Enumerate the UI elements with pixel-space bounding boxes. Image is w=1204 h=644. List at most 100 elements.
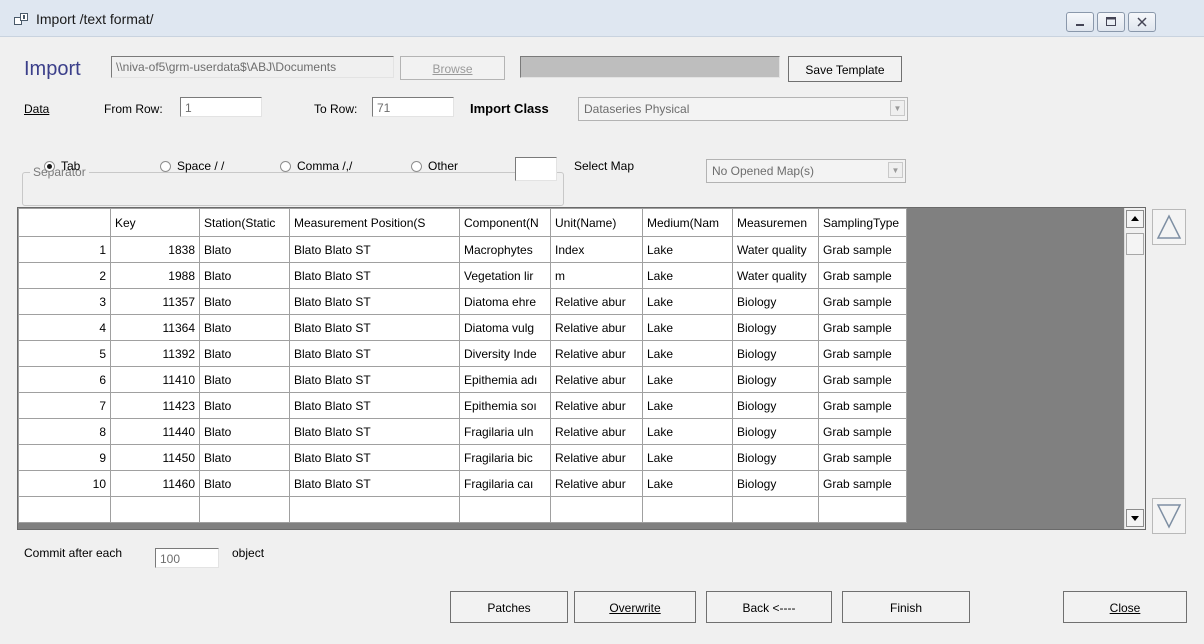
row-number-cell[interactable]: 2 bbox=[18, 262, 111, 289]
table-cell[interactable]: Blato Blato ST bbox=[289, 444, 460, 471]
vertical-scrollbar[interactable] bbox=[1124, 208, 1145, 529]
table-cell[interactable]: 11450 bbox=[110, 444, 200, 471]
table-cell[interactable]: Grab sample bbox=[818, 262, 907, 289]
table-cell[interactable]: Blato bbox=[199, 288, 290, 315]
table-cell[interactable]: Relative abur bbox=[550, 418, 643, 445]
data-grid[interactable]: Key Station(Static Measurement Position(S C… bbox=[17, 207, 1146, 530]
table-row[interactable]: 3 11357 Blato Blato Blato ST Diatoma ehre Rel… bbox=[18, 288, 907, 315]
table-cell[interactable]: Blato Blato ST bbox=[289, 236, 460, 263]
table-cell[interactable]: Blato bbox=[199, 366, 290, 393]
table-cell[interactable]: Diatoma ehre bbox=[459, 288, 551, 315]
table-cell[interactable] bbox=[289, 496, 460, 523]
table-cell[interactable]: Relative abur bbox=[550, 366, 643, 393]
row-number-cell[interactable]: 4 bbox=[18, 314, 111, 341]
table-cell[interactable]: Macrophytes bbox=[459, 236, 551, 263]
browse-button[interactable]: Browse bbox=[400, 56, 505, 80]
table-cell[interactable]: Lake bbox=[642, 262, 733, 289]
table-cell[interactable]: Biology bbox=[732, 392, 819, 419]
table-cell[interactable] bbox=[732, 496, 819, 523]
table-cell[interactable]: Epithemia soı bbox=[459, 392, 551, 419]
data-link[interactable]: Data bbox=[24, 102, 49, 116]
table-cell[interactable]: Fragilaria bic bbox=[459, 444, 551, 471]
table-cell[interactable]: Biology bbox=[732, 444, 819, 471]
table-cell[interactable]: Grab sample bbox=[818, 418, 907, 445]
maximize-button[interactable] bbox=[1097, 12, 1125, 32]
table-cell[interactable]: Blato Blato ST bbox=[289, 340, 460, 367]
table-row[interactable]: 1 1838 Blato Blato Blato ST Macrophytes Index… bbox=[18, 236, 907, 263]
table-cell[interactable]: 11410 bbox=[110, 366, 200, 393]
table-cell[interactable]: Blato Blato ST bbox=[289, 418, 460, 445]
table-row[interactable]: 10 11460 Blato Blato Blato ST Fragilaria caı… bbox=[18, 470, 907, 497]
table-cell[interactable]: Water quality bbox=[732, 236, 819, 263]
table-cell[interactable]: Grab sample bbox=[818, 392, 907, 419]
table-row[interactable]: 4 11364 Blato Blato Blato ST Diatoma vulg Rel… bbox=[18, 314, 907, 341]
scroll-up-button[interactable] bbox=[1126, 210, 1144, 228]
table-cell[interactable]: Blato Blato ST bbox=[289, 262, 460, 289]
select-map-select[interactable]: No Opened Map(s) ▼ bbox=[706, 159, 906, 183]
table-cell[interactable]: Epithemia adı bbox=[459, 366, 551, 393]
back-button[interactable]: Back <---- bbox=[706, 591, 832, 623]
row-number-cell[interactable]: 3 bbox=[18, 288, 111, 315]
scroll-thumb[interactable] bbox=[1126, 233, 1144, 255]
table-cell[interactable]: Relative abur bbox=[550, 470, 643, 497]
table-cell[interactable]: Relative abur bbox=[550, 392, 643, 419]
table-cell[interactable] bbox=[642, 496, 733, 523]
table-cell[interactable]: Biology bbox=[732, 418, 819, 445]
commit-count-input[interactable]: 100 bbox=[155, 548, 219, 568]
table-cell[interactable]: Blato bbox=[199, 392, 290, 419]
table-cell[interactable]: Grab sample bbox=[818, 314, 907, 341]
scroll-down-button[interactable] bbox=[1126, 509, 1144, 527]
table-cell[interactable]: 11364 bbox=[110, 314, 200, 341]
table-cell[interactable]: 11392 bbox=[110, 340, 200, 367]
table-row[interactable]: 9 11450 Blato Blato Blato ST Fragilaria bic R… bbox=[18, 444, 907, 471]
row-number-cell[interactable]: 7 bbox=[18, 392, 111, 419]
column-header[interactable]: Component(N bbox=[459, 208, 551, 237]
page-up-button[interactable] bbox=[1152, 209, 1186, 245]
minimize-button[interactable] bbox=[1066, 12, 1094, 32]
table-cell[interactable]: Grab sample bbox=[818, 236, 907, 263]
row-number-cell[interactable]: 5 bbox=[18, 340, 111, 367]
table-cell[interactable]: Water quality bbox=[732, 262, 819, 289]
table-cell[interactable] bbox=[199, 496, 290, 523]
row-number-cell[interactable]: 1 bbox=[18, 236, 111, 263]
table-cell[interactable]: Biology bbox=[732, 314, 819, 341]
close-window-button[interactable] bbox=[1128, 12, 1156, 32]
table-cell[interactable]: Lake bbox=[642, 470, 733, 497]
save-template-button[interactable]: Save Template bbox=[788, 56, 902, 82]
column-header[interactable]: SamplingType bbox=[818, 208, 907, 237]
table-cell[interactable]: Index bbox=[550, 236, 643, 263]
table-cell[interactable]: m bbox=[550, 262, 643, 289]
table-cell[interactable]: Lake bbox=[642, 288, 733, 315]
column-header[interactable]: Measuremen bbox=[732, 208, 819, 237]
page-down-button[interactable] bbox=[1152, 498, 1186, 534]
table-cell[interactable]: Blato Blato ST bbox=[289, 392, 460, 419]
table-row[interactable]: 2 1988 Blato Blato Blato ST Vegetation lir m L… bbox=[18, 262, 907, 289]
column-header[interactable]: Key bbox=[110, 208, 200, 237]
table-cell[interactable]: Biology bbox=[732, 340, 819, 367]
table-row[interactable]: 6 11410 Blato Blato Blato ST Epithemia adı Re… bbox=[18, 366, 907, 393]
column-header[interactable]: Station(Static bbox=[199, 208, 290, 237]
table-cell[interactable]: Blato Blato ST bbox=[289, 288, 460, 315]
table-cell[interactable] bbox=[459, 496, 551, 523]
table-cell[interactable]: Diatoma vulg bbox=[459, 314, 551, 341]
table-row[interactable]: 5 11392 Blato Blato Blato ST Diversity Inde R… bbox=[18, 340, 907, 367]
table-cell[interactable]: Grab sample bbox=[818, 366, 907, 393]
table-cell[interactable]: 11357 bbox=[110, 288, 200, 315]
separator-other-radio[interactable]: Other bbox=[411, 159, 458, 173]
table-cell[interactable]: Lake bbox=[642, 340, 733, 367]
table-cell[interactable]: Blato bbox=[199, 340, 290, 367]
table-cell[interactable]: Lake bbox=[642, 444, 733, 471]
table-cell[interactable]: Biology bbox=[732, 366, 819, 393]
table-cell[interactable]: 1838 bbox=[110, 236, 200, 263]
table-cell[interactable]: Biology bbox=[732, 470, 819, 497]
table-cell[interactable]: Blato bbox=[199, 470, 290, 497]
to-row-input[interactable]: 71 bbox=[372, 97, 454, 117]
table-cell[interactable]: Grab sample bbox=[818, 288, 907, 315]
table-cell[interactable]: Lake bbox=[642, 418, 733, 445]
table-cell[interactable]: Blato bbox=[199, 236, 290, 263]
close-button[interactable]: Close bbox=[1063, 591, 1187, 623]
table-cell[interactable]: Blato bbox=[199, 418, 290, 445]
from-row-input[interactable]: 1 bbox=[180, 97, 262, 117]
table-cell[interactable]: Relative abur bbox=[550, 444, 643, 471]
column-header[interactable] bbox=[18, 208, 111, 237]
